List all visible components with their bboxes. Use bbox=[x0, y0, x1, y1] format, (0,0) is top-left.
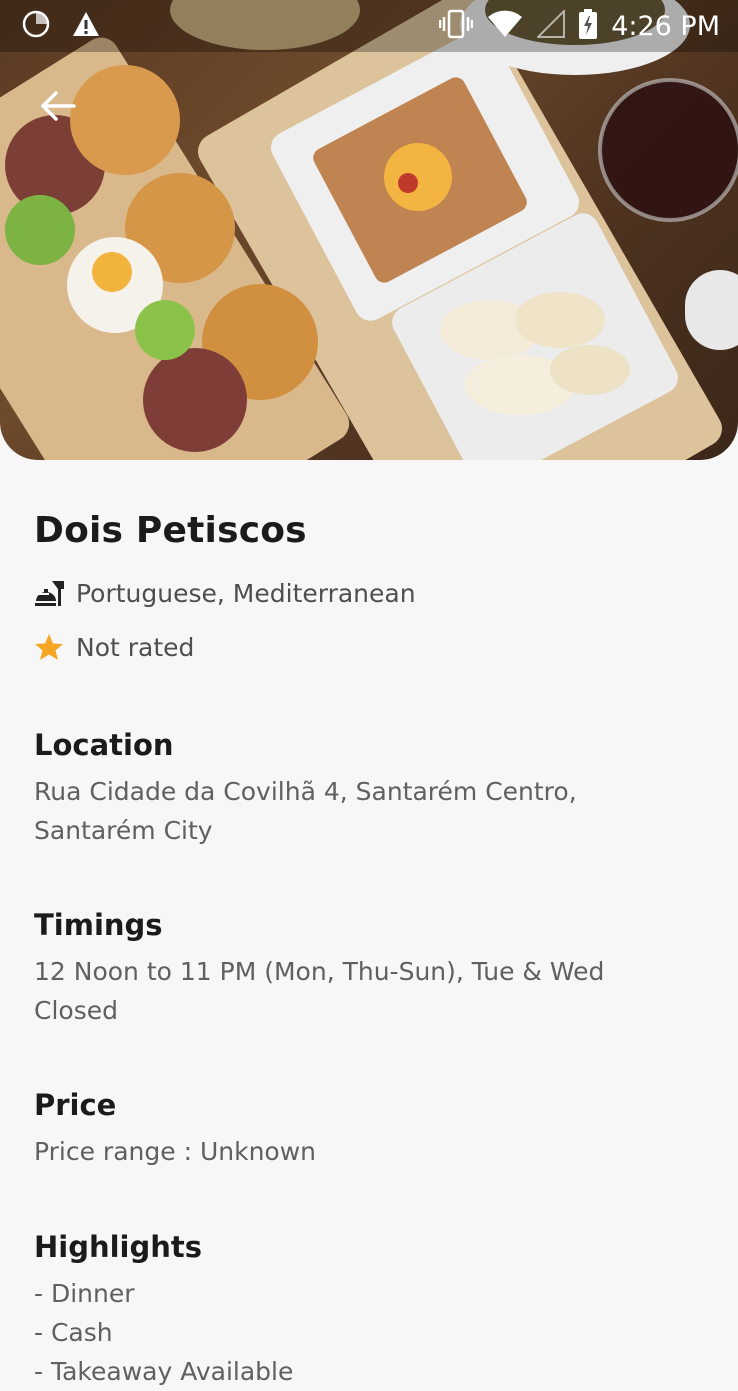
food-photo bbox=[0, 0, 738, 460]
clock-time: 4:26 PM bbox=[611, 10, 720, 42]
rating-text: Not rated bbox=[76, 632, 195, 662]
warning-icon bbox=[72, 11, 100, 41]
timings-section: Timings 12 Noon to 11 PM (Mon, Thu-Sun),… bbox=[34, 908, 674, 1030]
vibrate-icon bbox=[438, 9, 474, 43]
price-title: Price bbox=[34, 1088, 117, 1122]
restaurant-details: Dois Petiscos Portuguese, Mediterranean … bbox=[34, 510, 714, 1386]
cell-signal-icon bbox=[535, 8, 566, 42]
back-button[interactable] bbox=[30, 84, 86, 132]
star-icon bbox=[34, 632, 64, 662]
rating-row: Not rated bbox=[34, 631, 714, 663]
loading-circle-icon bbox=[22, 10, 50, 42]
highlight-item: - Dinner bbox=[34, 1279, 135, 1308]
timings-line-2: Closed bbox=[34, 996, 118, 1025]
restaurant-name: Dois Petiscos bbox=[34, 510, 307, 551]
highlights-section: Highlights - Dinner - Cash - Takeaway Av… bbox=[34, 1230, 674, 1391]
battery-charging-icon bbox=[579, 9, 598, 43]
price-section: Price Price range : Unknown bbox=[34, 1088, 674, 1171]
cuisine-row: Portuguese, Mediterranean bbox=[34, 577, 714, 609]
highlights-title: Highlights bbox=[34, 1230, 203, 1264]
timings-line-1: 12 Noon to 11 PM (Mon, Thu-Sun), Tue & W… bbox=[34, 957, 605, 986]
timings-text: 12 Noon to 11 PM (Mon, Thu-Sun), Tue & W… bbox=[34, 952, 674, 1030]
wifi-icon bbox=[487, 10, 523, 42]
price-line-1: Price range : Unknown bbox=[34, 1137, 316, 1166]
location-section: Location Rua Cidade da Covilhã 4, Santar… bbox=[34, 728, 674, 850]
highlights-list: - Dinner - Cash - Takeaway Available bbox=[34, 1274, 674, 1391]
address-line-2: Santarém City bbox=[34, 816, 213, 845]
timings-title: Timings bbox=[34, 908, 163, 942]
highlight-item: - Takeaway Available bbox=[34, 1357, 294, 1386]
cuisine-text: Portuguese, Mediterranean bbox=[76, 578, 416, 608]
status-bar: 4:26 PM bbox=[0, 0, 738, 52]
location-address: Rua Cidade da Covilhã 4, Santarém Centro… bbox=[34, 772, 674, 850]
location-title: Location bbox=[34, 728, 174, 762]
price-text: Price range : Unknown bbox=[34, 1132, 674, 1171]
address-line-1: Rua Cidade da Covilhã 4, Santarém Centro… bbox=[34, 777, 577, 806]
highlight-item: - Cash bbox=[34, 1318, 113, 1347]
hero-image bbox=[0, 0, 738, 460]
food-cloche-icon bbox=[34, 578, 64, 608]
arrow-left-icon bbox=[40, 90, 76, 126]
